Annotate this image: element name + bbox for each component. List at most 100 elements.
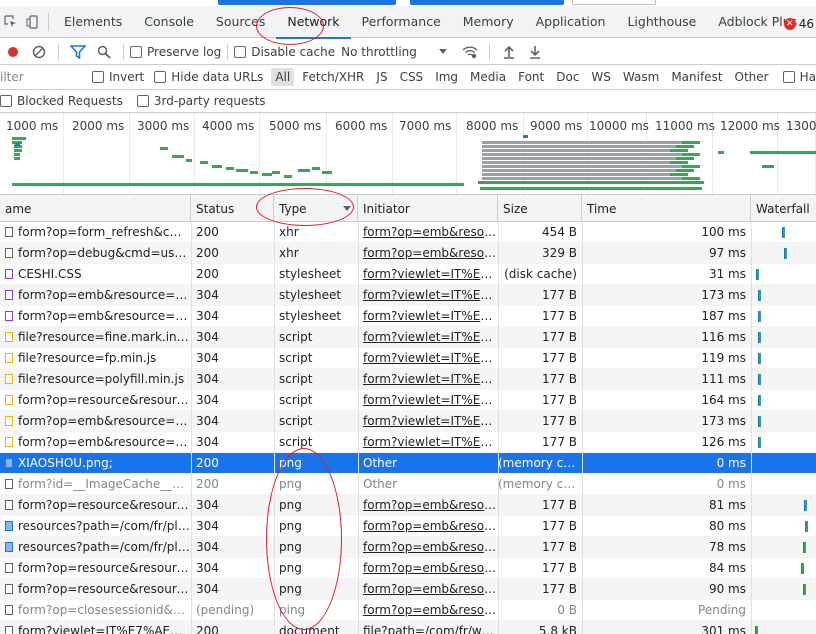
column-size[interactable]: Size bbox=[498, 195, 582, 222]
cell-initiator[interactable]: form?viewlet=IT%E7%... bbox=[358, 306, 498, 327]
column-time[interactable]: Time bbox=[582, 195, 751, 222]
column-divider[interactable] bbox=[498, 222, 499, 634]
cell-initiator[interactable]: form?op=emb&resour... bbox=[358, 558, 498, 579]
type-filter-wasm[interactable]: Wasm bbox=[619, 68, 663, 86]
table-row[interactable]: form?op=emb&resource=fine... 304 script for… bbox=[0, 432, 816, 453]
checkbox-box[interactable] bbox=[782, 71, 795, 83]
column-type[interactable]: Type bbox=[274, 195, 358, 222]
type-filter-all[interactable]: All bbox=[271, 68, 295, 86]
type-filter-img[interactable]: Img bbox=[431, 68, 462, 86]
type-filter-manifest[interactable]: Manifest bbox=[667, 68, 726, 86]
table-row[interactable]: form?op=resource&resource=... 304 png form?… bbox=[0, 579, 816, 600]
page-button-3[interactable] bbox=[572, 0, 656, 5]
type-filter-css[interactable]: CSS bbox=[396, 68, 428, 86]
cell-initiator[interactable]: form?op=emb&resour... bbox=[358, 222, 498, 243]
table-row[interactable]: resources?path=/com/fr/plugi... 304 png for… bbox=[0, 537, 816, 558]
cell-initiator[interactable]: form?op=emb&resour... bbox=[358, 579, 498, 600]
table-row[interactable]: form?id=__ImageCache__E550... 200 png Other… bbox=[0, 474, 816, 495]
cell-initiator[interactable]: form?viewlet=IT%E7%... bbox=[358, 411, 498, 432]
cell-initiator[interactable]: form?op=emb&resour... bbox=[358, 495, 498, 516]
import-har-icon[interactable] bbox=[496, 39, 522, 65]
tab-sources[interactable]: Sources bbox=[205, 6, 276, 38]
type-filter-media[interactable]: Media bbox=[466, 68, 510, 86]
tab-application[interactable]: Application bbox=[525, 6, 617, 38]
type-filter-doc[interactable]: Doc bbox=[552, 68, 583, 86]
column-waterfall[interactable]: Waterfall bbox=[751, 195, 816, 222]
type-filter-font[interactable]: Font bbox=[514, 68, 548, 86]
cell-initiator[interactable]: form?viewlet=IT%E7%... bbox=[358, 432, 498, 453]
tab-performance[interactable]: Performance bbox=[351, 6, 452, 38]
table-row[interactable]: form?viewlet=IT%E7%AE%A1... 200 document fi… bbox=[0, 621, 816, 634]
tab-console[interactable]: Console bbox=[133, 6, 205, 38]
blocked-requests-checkbox[interactable]: Blocked Requests bbox=[0, 94, 123, 108]
table-row[interactable]: resources?path=/com/fr/plugi... 304 png for… bbox=[0, 516, 816, 537]
table-row[interactable]: form?op=emb&resource=tool... 304 styleshee… bbox=[0, 285, 816, 306]
checkbox-box[interactable] bbox=[130, 45, 142, 58]
device-toolbar-icon[interactable] bbox=[22, 6, 44, 38]
checkbox-box[interactable] bbox=[0, 95, 12, 107]
hide-data-urls-checkbox[interactable]: Hide data URLs bbox=[154, 70, 263, 84]
table-row[interactable]: form?op=emb&resource=fine... 304 styleshee… bbox=[0, 306, 816, 327]
table-row[interactable]: CESHI.CSS 200 stylesheet form?viewlet=IT%E7… bbox=[0, 264, 816, 285]
checkbox-box[interactable] bbox=[91, 71, 104, 83]
table-row[interactable]: form?op=emb&resource=fine... 304 script for… bbox=[0, 411, 816, 432]
page-button-2[interactable] bbox=[410, 0, 564, 5]
table-row[interactable]: form?op=resource&resource=... 304 script fo… bbox=[0, 390, 816, 411]
tab-elements[interactable]: Elements bbox=[53, 6, 133, 38]
column-divider[interactable] bbox=[274, 222, 275, 634]
cell-initiator[interactable]: form?op=emb&resour... bbox=[358, 537, 498, 558]
filter-input[interactable]: ilter bbox=[0, 65, 92, 90]
cell-initiator[interactable]: form?op=emb&resour... bbox=[358, 243, 498, 264]
clear-icon[interactable] bbox=[26, 39, 52, 65]
tab-memory[interactable]: Memory bbox=[452, 6, 525, 38]
tab-lighthouse[interactable]: Lighthouse bbox=[616, 6, 707, 38]
column-divider[interactable] bbox=[751, 222, 752, 634]
cell-initiator[interactable]: form?viewlet=IT%E7%... bbox=[358, 369, 498, 390]
type-filter-fetchxhr[interactable]: Fetch/XHR bbox=[298, 68, 368, 86]
export-har-icon[interactable] bbox=[522, 39, 548, 65]
table-row[interactable]: form?op=form_refresh&cmd=... 200 xhr form?o… bbox=[0, 222, 816, 243]
cell-initiator[interactable]: file?path=/com/fr/web... bbox=[358, 621, 498, 634]
inspect-element-icon[interactable] bbox=[0, 6, 22, 38]
cell-initiator[interactable]: form?viewlet=IT%E7%... bbox=[358, 390, 498, 411]
type-filter-other[interactable]: Other bbox=[731, 68, 773, 86]
table-row[interactable]: form?op=resource&resource=... 304 png form?… bbox=[0, 495, 816, 516]
network-conditions-icon[interactable] bbox=[457, 39, 483, 65]
filter-icon[interactable] bbox=[65, 39, 91, 65]
invert-checkbox[interactable]: Invert bbox=[91, 70, 144, 84]
column-divider[interactable] bbox=[191, 222, 192, 634]
column-divider[interactable] bbox=[582, 222, 583, 634]
cell-initiator[interactable]: form?op=emb&resour... bbox=[358, 600, 498, 621]
table-row[interactable]: form?op=closesessionid&sess... (pending) p… bbox=[0, 600, 816, 621]
preserve-log-checkbox[interactable]: Preserve log bbox=[130, 45, 221, 59]
checkbox-box[interactable] bbox=[136, 95, 149, 107]
page-button-1[interactable] bbox=[218, 0, 396, 5]
cell-initiator[interactable]: form?op=emb&resour... bbox=[358, 516, 498, 537]
table-row[interactable]: form?op=debug&cmd=userro... 200 xhr form?op… bbox=[0, 243, 816, 264]
table-row[interactable]: file?resource=fine.mark.init.js 304 script… bbox=[0, 327, 816, 348]
table-row[interactable]: file?resource=polyfill.min.js 304 script fo… bbox=[0, 369, 816, 390]
column-name[interactable]: ame bbox=[0, 195, 191, 222]
column-initiator[interactable]: Initiator bbox=[358, 195, 498, 222]
record-icon[interactable] bbox=[0, 39, 26, 65]
table-row[interactable]: form?op=resource&resource=... 304 png form?… bbox=[0, 558, 816, 579]
cell-initiator[interactable]: form?viewlet=IT%E7%... bbox=[358, 327, 498, 348]
cell-initiator[interactable]: form?viewlet=IT%E7%... bbox=[358, 264, 498, 285]
cell-initiator[interactable]: form?viewlet=IT%E7%... bbox=[358, 348, 498, 369]
table-row[interactable]: file?resource=fp.min.js 304 script form?vie… bbox=[0, 348, 816, 369]
checkbox-box[interactable] bbox=[234, 45, 247, 58]
checkbox-box[interactable] bbox=[154, 71, 167, 83]
table-row[interactable]: XIAOSHOU.png; 200 png Other (memory ca... 0 m… bbox=[0, 453, 816, 474]
has-blocked-cookies-checkbox[interactable]: Ha bbox=[782, 70, 816, 84]
tab-network[interactable]: Network bbox=[276, 6, 351, 39]
throttling-dropdown[interactable]: No throttling bbox=[341, 45, 447, 59]
column-divider[interactable] bbox=[358, 222, 359, 634]
cell-initiator[interactable]: form?viewlet=IT%E7%... bbox=[358, 285, 498, 306]
error-badge[interactable]: ✕ 46 bbox=[783, 17, 814, 31]
type-filter-js[interactable]: JS bbox=[372, 68, 391, 86]
column-status[interactable]: Status bbox=[191, 195, 274, 222]
search-icon[interactable] bbox=[91, 39, 117, 65]
disable-cache-checkbox[interactable]: Disable cache bbox=[234, 45, 335, 59]
third-party-checkbox[interactable]: 3rd-party requests bbox=[136, 94, 266, 108]
type-filter-ws[interactable]: WS bbox=[587, 68, 614, 86]
